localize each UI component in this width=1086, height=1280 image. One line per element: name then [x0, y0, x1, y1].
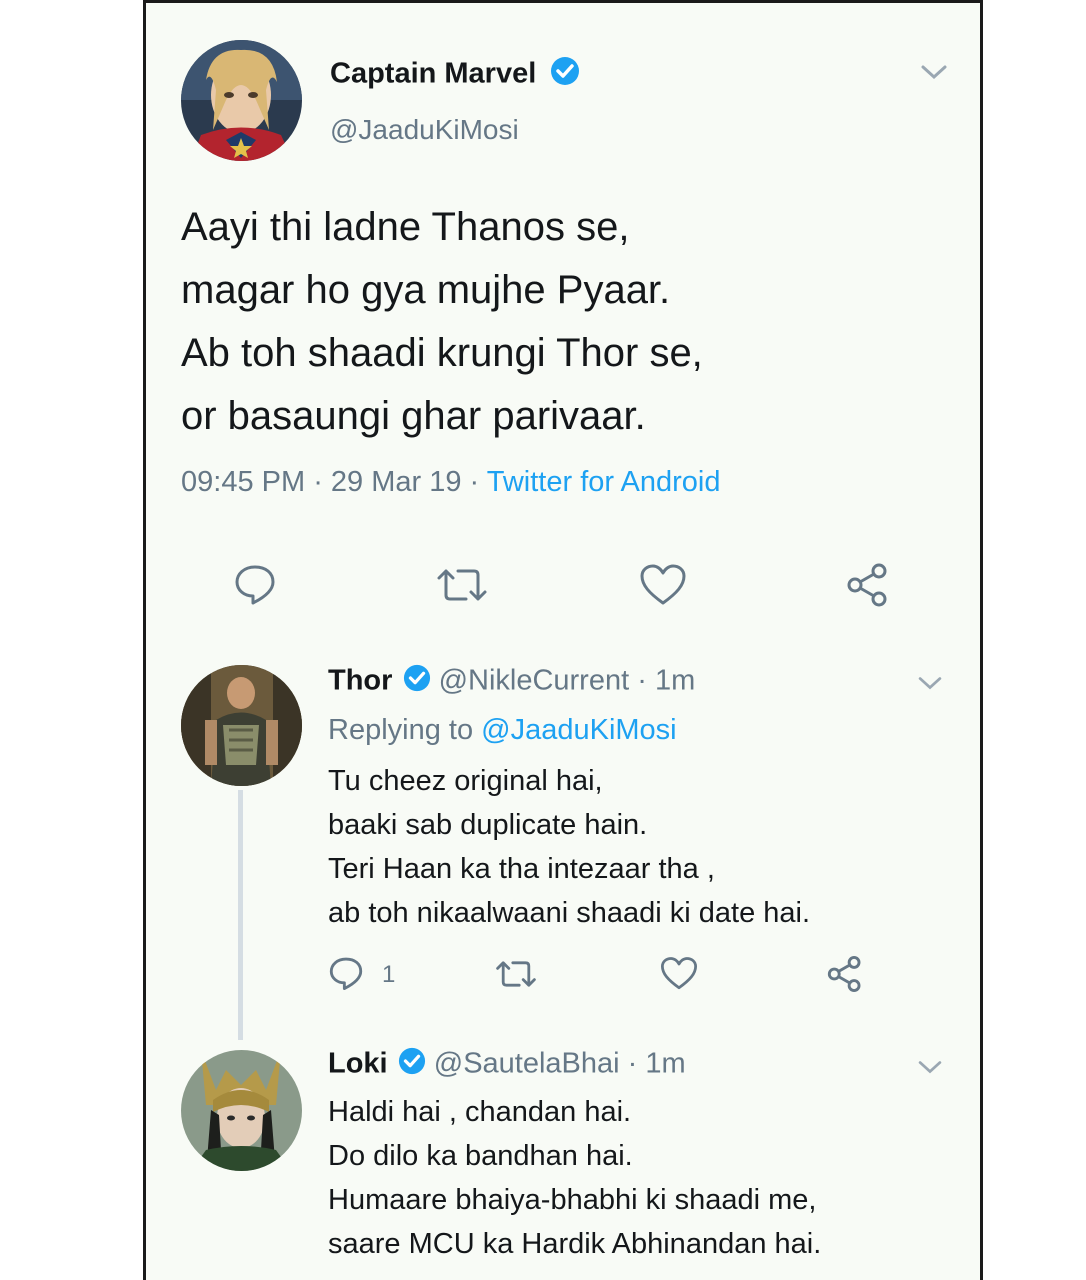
frame-top-border [143, 0, 983, 3]
reply-line: Do dilo ka bandhan hai. [328, 1140, 633, 1172]
user-handle[interactable]: @SautelaBhai [434, 1048, 620, 1080]
display-name[interactable]: Thor [328, 665, 392, 697]
verified-badge-icon [550, 56, 580, 94]
separator: · [619, 1047, 646, 1080]
reply-header: Loki @SautelaBhai · 1m [328, 1047, 686, 1083]
separator: · [305, 466, 331, 498]
verified-badge-icon [398, 1047, 426, 1083]
user-handle[interactable]: @NikleCurrent [439, 665, 630, 697]
reply-line: saare MCU ka Hardik Abhinandan hai. [328, 1228, 822, 1260]
separator: · [461, 466, 487, 498]
separator: · [629, 664, 655, 697]
mention-link[interactable]: @JaaduKiMosi [481, 714, 676, 746]
heart-icon[interactable] [660, 956, 698, 996]
share-icon[interactable] [845, 562, 891, 613]
reply-line: baaki sab duplicate hain. [328, 809, 648, 841]
reply-age: 1m [645, 1047, 686, 1080]
reply-text: Tu cheez original hai, baaki sab duplica… [328, 759, 810, 935]
share-icon[interactable] [826, 955, 864, 998]
display-name[interactable]: Loki [328, 1048, 388, 1080]
reply-line: Haldi hai , chandan hai. [328, 1096, 632, 1128]
tweet-line: magar ho gya mujhe Pyaar. [181, 268, 671, 312]
reply-icon[interactable] [233, 562, 277, 611]
user-handle[interactable]: @JaaduKiMosi [330, 114, 519, 146]
tweet-meta: 09:45 PM · 29 Mar 19 · Twitter for Andro… [181, 466, 720, 499]
reply-age: 1m [654, 664, 696, 697]
replying-to: Replying to @JaaduKiMosi [328, 714, 677, 747]
thread-line [238, 790, 243, 1040]
reply-header: Thor @NikleCurrent · 1m [328, 664, 695, 700]
chevron-down-icon[interactable] [917, 674, 943, 697]
chevron-down-icon[interactable] [920, 62, 948, 87]
reply-actions: 1 [0, 955, 1086, 995]
display-name-text[interactable]: Captain Marvel [330, 58, 536, 90]
avatar[interactable] [181, 1050, 302, 1171]
reply-icon[interactable] [328, 955, 364, 996]
avatar[interactable] [181, 40, 302, 161]
tweet-line: Ab toh shaadi krungi Thor se, [181, 331, 703, 375]
tweet-text: Aayi thi ladne Thanos se, magar ho gya m… [181, 196, 703, 448]
tweet-time: 09:45 PM [181, 466, 306, 498]
reply-count: 1 [382, 961, 396, 988]
chevron-down-icon[interactable] [917, 1058, 943, 1081]
heart-icon[interactable] [639, 563, 687, 612]
tweet-actions [0, 560, 1086, 610]
avatar[interactable] [181, 665, 302, 786]
reply-line: Humaare bhaiya-bhabhi ki shaadi me, [328, 1184, 817, 1216]
tweet-source-link[interactable]: Twitter for Android [487, 466, 721, 498]
reply-line: Tu cheez original hai, [328, 765, 603, 797]
reply-line: Teri Haan ka tha intezaar tha , [328, 853, 715, 885]
reply-line: ab toh nikaalwaani shaadi ki date hai. [328, 897, 811, 929]
retweet-icon[interactable] [495, 958, 537, 995]
retweet-icon[interactable] [436, 565, 488, 610]
verified-badge-icon [403, 664, 431, 700]
display-name[interactable]: Captain Marvel [330, 56, 580, 94]
reply-text: Haldi hai , chandan hai. Do dilo ka band… [328, 1090, 821, 1266]
replying-to-label: Replying to [328, 714, 482, 746]
tweet-line: or basaungi ghar parivaar. [181, 394, 646, 438]
tweet-date: 29 Mar 19 [330, 466, 462, 498]
tweet-line: Aayi thi ladne Thanos se, [181, 205, 630, 249]
